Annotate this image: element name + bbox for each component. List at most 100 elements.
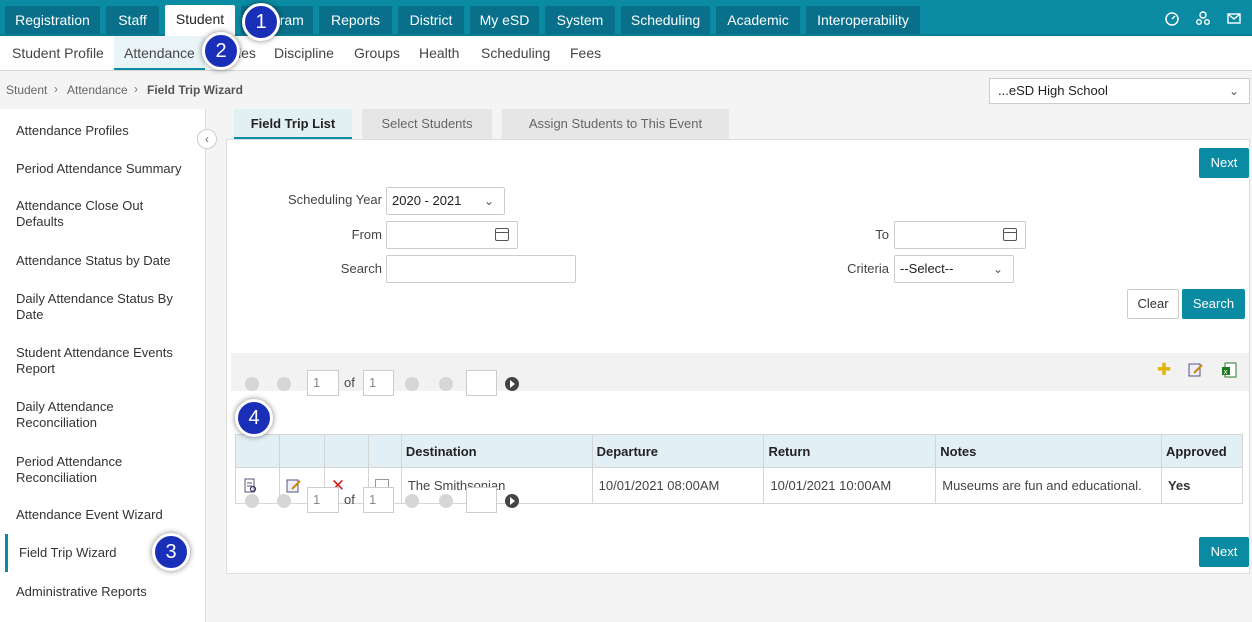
page-total: 1 <box>363 487 394 513</box>
sidebar-item-attendance-status-by-date[interactable]: Attendance Status by Date <box>16 253 196 269</box>
prev-page-icon[interactable] <box>277 377 291 391</box>
tab-assign-students[interactable]: Assign Students to This Event <box>502 109 729 139</box>
mail-icon[interactable] <box>1225 10 1243 28</box>
chevron-right-icon: › <box>54 82 58 96</box>
criteria-select[interactable]: --Select-- ⌄ <box>894 255 1014 283</box>
page-size-input[interactable] <box>466 370 497 396</box>
sidebar-item-attendance-profiles[interactable]: Attendance Profiles <box>16 123 196 139</box>
prev-page-icon[interactable] <box>277 494 291 508</box>
next-page-icon[interactable] <box>405 377 419 391</box>
school-select[interactable]: ...eSD High School ⌄ <box>989 78 1250 104</box>
subnav-scheduling[interactable]: Scheduling <box>481 36 550 70</box>
from-label: From <box>351 227 382 242</box>
callout-badge: 2 <box>202 32 240 70</box>
col-select <box>367 434 402 468</box>
chevron-right-icon: › <box>134 82 138 96</box>
departure-cell: 10/01/2021 08:00AM <box>591 467 765 504</box>
scheduling-year-value: 2020 - 2021 <box>392 193 462 208</box>
col-approved[interactable]: Approved <box>1160 434 1244 468</box>
subnav-groups[interactable]: Groups <box>354 36 400 70</box>
nav-tab-interoperability[interactable]: Interoperability <box>806 6 920 34</box>
col-departure[interactable]: Departure <box>591 434 765 468</box>
sidebar-item-student-attendance-events-report[interactable]: Student Attendance Events Report <box>16 345 191 377</box>
from-date-input[interactable] <box>386 221 518 249</box>
pager-top: 1 of 1 <box>241 370 541 398</box>
subnav-student-profile[interactable]: Student Profile <box>12 36 104 70</box>
page-number-input[interactable]: 1 <box>307 370 339 396</box>
approved-cell: Yes <box>1160 467 1244 504</box>
nav-tab-my-esd[interactable]: My eSD <box>470 6 539 34</box>
last-page-icon[interactable] <box>439 494 453 508</box>
edit-icon[interactable] <box>1188 362 1204 378</box>
sidebar-item-period-attendance-summary[interactable]: Period Attendance Summary <box>16 161 196 177</box>
dashboard-icon[interactable] <box>1163 10 1181 28</box>
nav-tab-reports[interactable]: Reports <box>319 6 392 34</box>
page-number-input[interactable]: 1 <box>307 487 339 513</box>
nav-tab-system[interactable]: System <box>545 6 615 34</box>
school-select-value: ...eSD High School <box>998 83 1108 98</box>
search-button[interactable]: Search <box>1182 289 1245 319</box>
first-page-icon[interactable] <box>245 377 259 391</box>
chevron-down-icon: ⌄ <box>992 262 1003 276</box>
breadcrumb-current: Field Trip Wizard <box>147 83 243 97</box>
next-page-icon[interactable] <box>405 494 419 508</box>
search-input[interactable] <box>386 255 576 283</box>
breadcrumb-attendance[interactable]: Attendance <box>67 83 128 97</box>
callout-badge: 3 <box>152 533 190 571</box>
clear-button[interactable]: Clear <box>1127 289 1179 319</box>
pager-of-label: of <box>344 492 355 507</box>
callout-badge: 1 <box>242 3 280 41</box>
sidebar-item-daily-attendance-status-by-date[interactable]: Daily Attendance Status By Date <box>16 291 191 323</box>
breadcrumb-student[interactable]: Student <box>6 83 47 97</box>
table-header-row: Destination Departure Return Notes Appro… <box>235 434 1244 468</box>
sidebar-item-attendance-event-wizard[interactable]: Attendance Event Wizard <box>16 507 196 523</box>
nav-tab-district[interactable]: District <box>398 6 464 34</box>
sub-nav: Student Profile Attendance Grades Discip… <box>0 36 1252 71</box>
first-page-icon[interactable] <box>245 494 259 508</box>
nav-tab-staff[interactable]: Staff <box>106 6 159 34</box>
col-view <box>235 434 280 468</box>
sidebar-item-daily-attendance-reconciliation[interactable]: Daily Attendance Reconciliation <box>16 399 146 431</box>
sidebar-item-administrative-reports[interactable]: Administrative Reports <box>16 584 196 600</box>
nav-tab-registration[interactable]: Registration <box>5 6 100 34</box>
subnav-fees[interactable]: Fees <box>570 36 601 70</box>
sidebar-item-attendance-close-out-defaults[interactable]: Attendance Close Out Defaults <box>16 198 166 230</box>
calendar-icon[interactable] <box>1003 228 1017 241</box>
col-destination[interactable]: Destination <box>400 434 593 468</box>
col-delete <box>323 434 369 468</box>
page-size-input[interactable] <box>466 487 497 513</box>
page-total: 1 <box>363 370 394 396</box>
go-page-icon[interactable] <box>505 377 519 391</box>
col-edit <box>278 434 325 468</box>
subnav-discipline[interactable]: Discipline <box>274 36 334 70</box>
tab-field-trip-list[interactable]: Field Trip List <box>234 109 352 139</box>
next-button-top[interactable]: Next <box>1199 148 1249 178</box>
chevron-down-icon: ⌄ <box>483 194 494 208</box>
scheduling-year-select[interactable]: 2020 - 2021 ⌄ <box>386 187 505 215</box>
col-return[interactable]: Return <box>763 434 937 468</box>
scheduling-year-label: Scheduling Year <box>288 192 382 207</box>
top-nav: Registration Staff Student Program Repor… <box>0 0 1252 36</box>
tab-select-students[interactable]: Select Students <box>362 109 492 139</box>
excel-export-icon[interactable]: x <box>1221 362 1237 378</box>
col-notes[interactable]: Notes <box>935 434 1162 468</box>
chevron-left-icon: ‹ <box>205 132 209 146</box>
nav-tab-academic[interactable]: Academic <box>716 6 800 34</box>
add-icon[interactable]: ✚ <box>1156 361 1172 378</box>
search-label: Search <box>340 261 382 276</box>
nav-tab-scheduling[interactable]: Scheduling <box>621 6 710 34</box>
sidebar-item-period-attendance-reconciliation[interactable]: Period Attendance Reconciliation <box>16 454 146 486</box>
go-page-icon[interactable] <box>505 494 519 508</box>
to-label: To <box>875 227 889 242</box>
notes-cell: Museums are fun and educational. <box>935 467 1162 504</box>
callout-badge: 4 <box>235 399 273 437</box>
subnav-attendance[interactable]: Attendance <box>114 36 205 70</box>
users-icon[interactable] <box>1194 10 1212 28</box>
subnav-health[interactable]: Health <box>419 36 459 70</box>
pager-of-label: of <box>344 375 355 390</box>
to-date-input[interactable] <box>894 221 1026 249</box>
calendar-icon[interactable] <box>495 228 509 241</box>
last-page-icon[interactable] <box>439 377 453 391</box>
next-button-bottom[interactable]: Next <box>1199 537 1249 567</box>
collapse-sidebar-button[interactable]: ‹ <box>197 129 217 149</box>
